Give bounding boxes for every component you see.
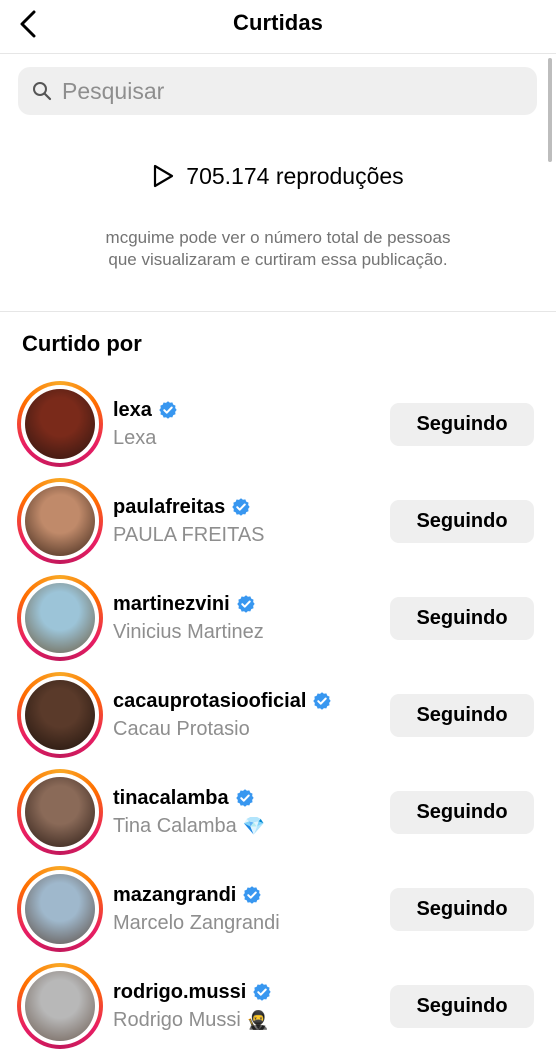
list-item[interactable]: rodrigo.mussi Rodrigo Mussi 🥷 Seguindo <box>0 963 556 1060</box>
full-name: Lexa <box>113 427 157 449</box>
following-button[interactable]: Seguindo <box>390 791 534 834</box>
avatar <box>25 583 95 653</box>
full-name: Tina Calamba <box>113 815 237 837</box>
section-title: Curtido por <box>22 331 142 356</box>
emoji: 💎 <box>242 816 266 837</box>
privacy-info: mcguime pode ver o número total de pesso… <box>40 227 516 271</box>
username[interactable]: tinacalamba <box>113 787 229 810</box>
avatar <box>25 680 95 750</box>
plays-count: 705.174 reproduções <box>0 163 556 190</box>
scrollbar[interactable] <box>548 58 552 162</box>
search-input[interactable] <box>60 76 504 106</box>
verified-badge-icon <box>312 691 332 711</box>
avatar <box>25 486 95 556</box>
username[interactable]: cacauprotasiooficial <box>113 690 306 713</box>
avatar <box>25 389 95 459</box>
divider <box>0 311 556 312</box>
verified-badge-icon <box>158 400 178 420</box>
list-item[interactable]: paulafreitas PAULA FREITAS Seguindo <box>0 478 556 575</box>
following-button[interactable]: Seguindo <box>390 500 534 543</box>
list-item[interactable]: cacauprotasiooficial Cacau Protasio Segu… <box>0 672 556 769</box>
search-bar[interactable] <box>18 67 537 115</box>
full-name: PAULA FREITAS <box>113 524 265 546</box>
following-button[interactable]: Seguindo <box>390 888 534 931</box>
following-button[interactable]: Seguindo <box>390 985 534 1028</box>
full-name: Vinicius Martinez <box>113 621 264 643</box>
verified-badge-icon <box>252 982 272 1002</box>
verified-badge-icon <box>235 788 255 808</box>
info-line-2: que visualizaram e curtiram essa publica… <box>108 250 448 269</box>
page-title: Curtidas <box>232 10 324 35</box>
story-ring[interactable] <box>17 769 103 855</box>
list-item[interactable]: mazangrandi Marcelo Zangrandi Seguindo <box>0 866 556 963</box>
following-button[interactable]: Seguindo <box>390 403 534 446</box>
username[interactable]: rodrigo.mussi <box>113 981 246 1004</box>
avatar <box>25 777 95 847</box>
search-icon <box>32 81 52 101</box>
story-ring[interactable] <box>17 575 103 661</box>
emoji: 🥷 <box>246 1010 270 1031</box>
info-line-1: mcguime pode ver o número total de pesso… <box>105 228 451 247</box>
following-button[interactable]: Seguindo <box>390 597 534 640</box>
avatar <box>25 874 95 944</box>
liked-by-list: lexa Lexa Seguindo paulafreitas PAULA FR… <box>0 381 556 1060</box>
full-name: Rodrigo Mussi <box>113 1009 241 1031</box>
verified-badge-icon <box>231 497 251 517</box>
top-bar: Curtidas <box>0 0 556 54</box>
list-item[interactable]: lexa Lexa Seguindo <box>0 381 556 478</box>
username[interactable]: martinezvini <box>113 593 230 616</box>
full-name: Cacau Protasio <box>113 718 250 740</box>
play-icon <box>152 164 176 190</box>
verified-badge-icon <box>236 594 256 614</box>
avatar <box>25 971 95 1041</box>
username[interactable]: paulafreitas <box>113 496 225 519</box>
story-ring[interactable] <box>17 866 103 952</box>
full-name: Marcelo Zangrandi <box>113 912 280 934</box>
story-ring[interactable] <box>17 381 103 467</box>
list-item[interactable]: martinezvini Vinicius Martinez Seguindo <box>0 575 556 672</box>
plays-text: 705.174 reproduções <box>186 163 404 189</box>
verified-badge-icon <box>242 885 262 905</box>
list-item[interactable]: tinacalamba Tina Calamba 💎 Seguindo <box>0 769 556 866</box>
username[interactable]: lexa <box>113 399 152 422</box>
story-ring[interactable] <box>17 478 103 564</box>
story-ring[interactable] <box>17 963 103 1049</box>
following-button[interactable]: Seguindo <box>390 694 534 737</box>
username[interactable]: mazangrandi <box>113 884 236 907</box>
story-ring[interactable] <box>17 672 103 758</box>
